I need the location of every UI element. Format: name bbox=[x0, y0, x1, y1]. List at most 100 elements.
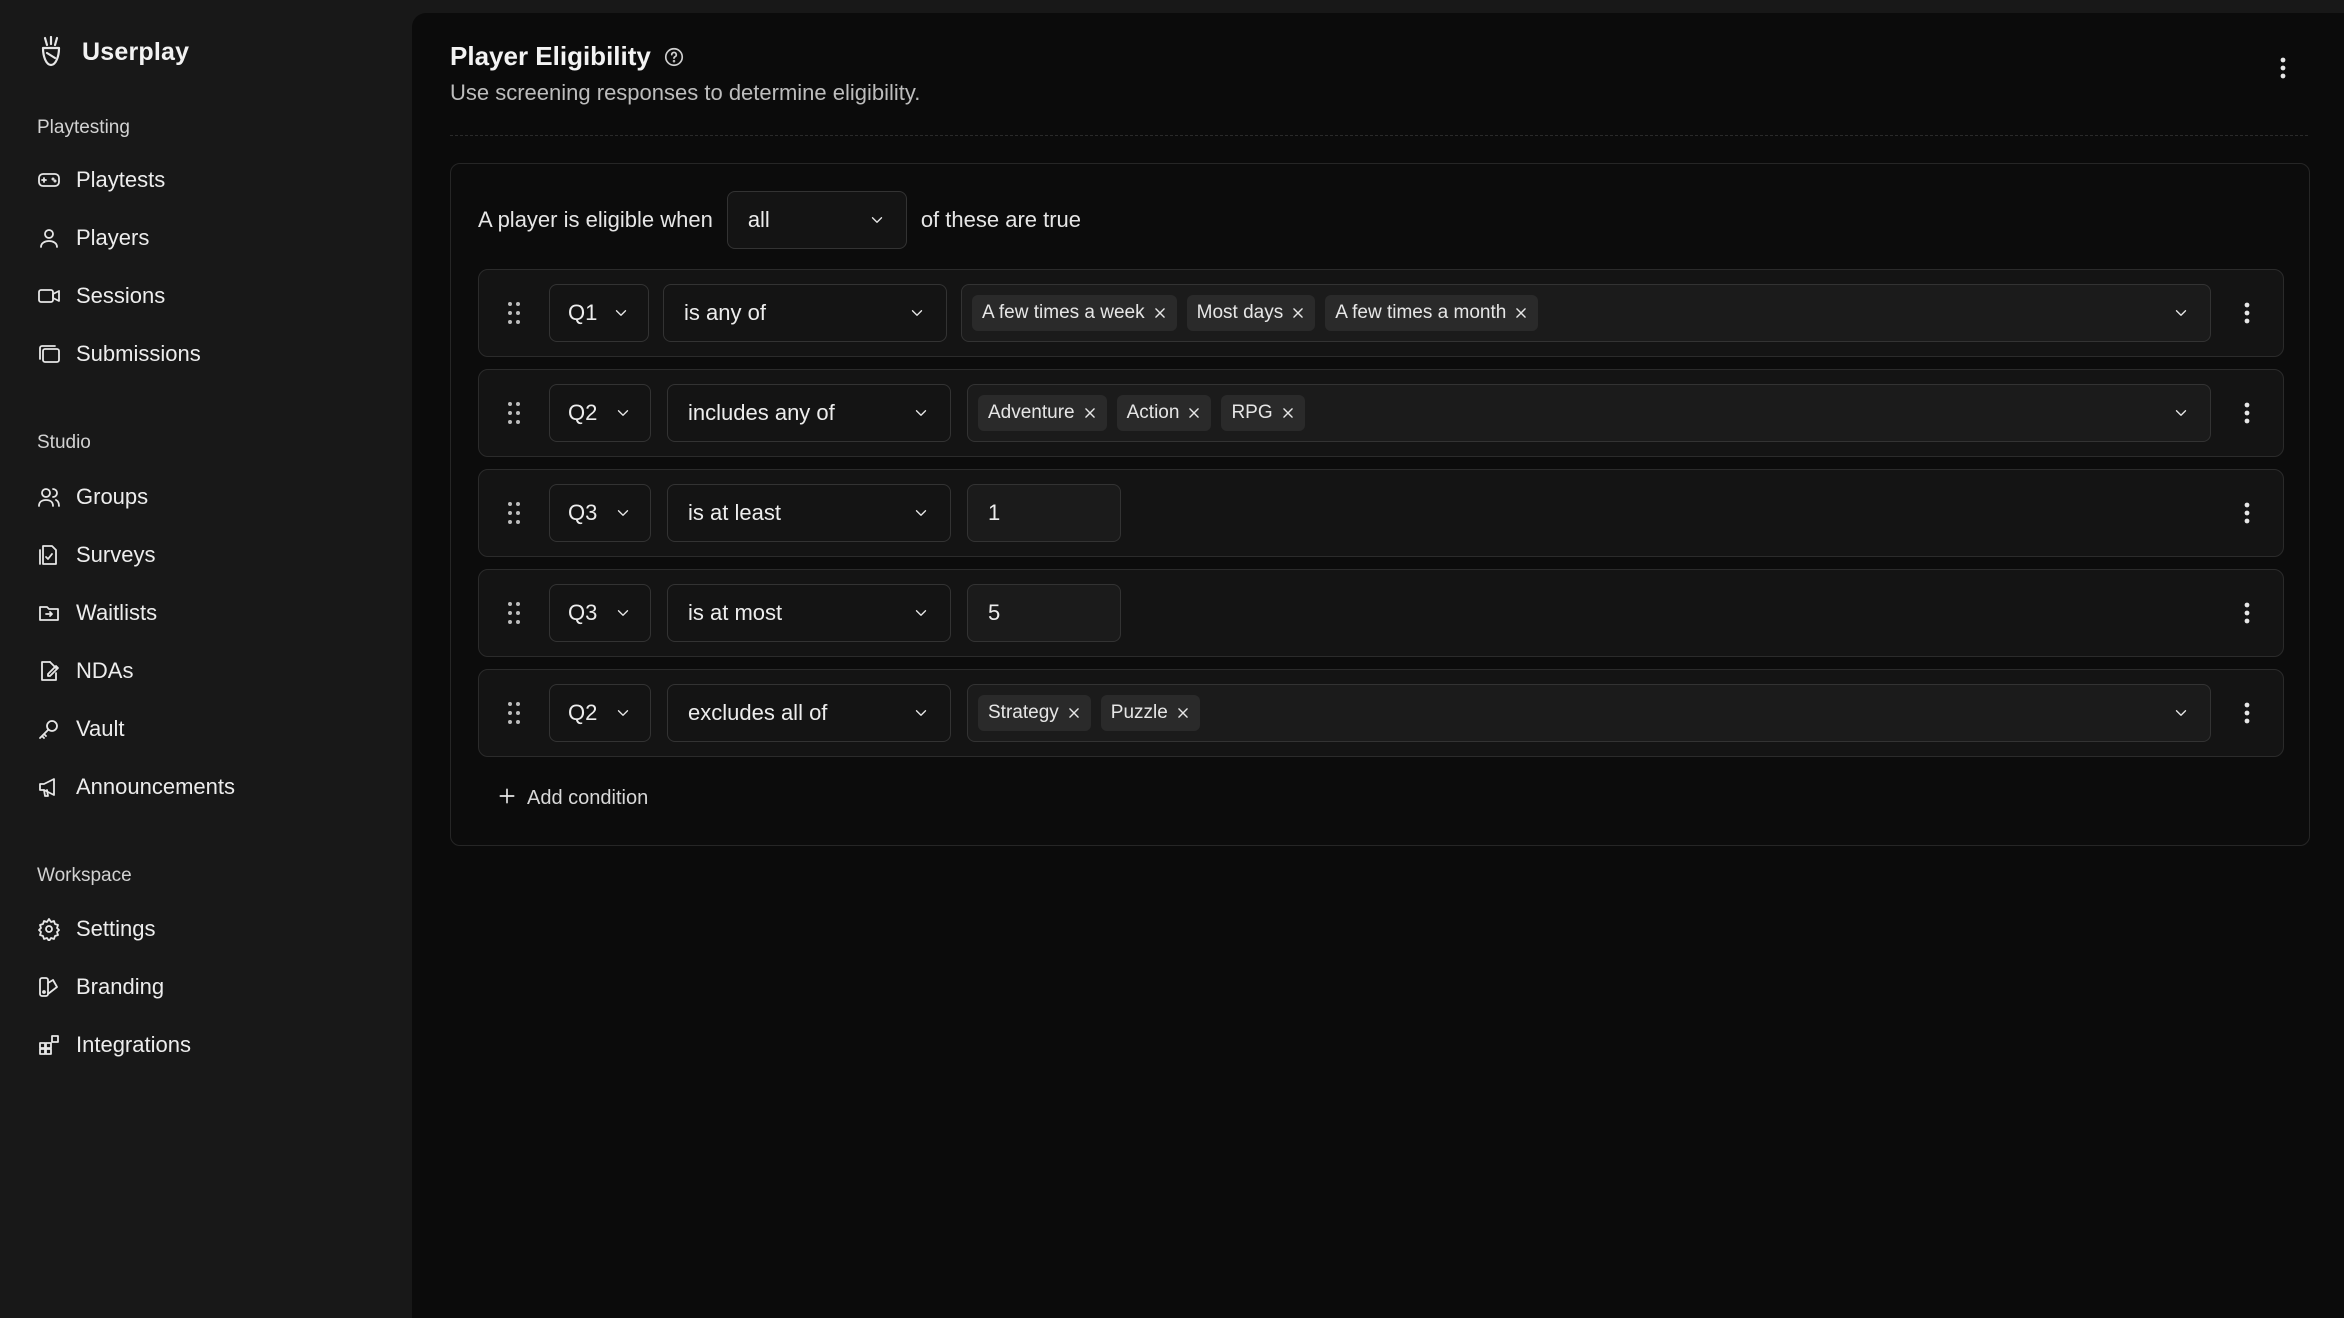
drag-handle-icon[interactable] bbox=[505, 500, 523, 526]
sidebar-item-label: Playtests bbox=[76, 167, 166, 192]
chevron-down-icon bbox=[912, 404, 930, 422]
question-select[interactable]: Q1 bbox=[549, 284, 649, 342]
match-mode-value: all bbox=[747, 207, 770, 232]
sidebar-item-label: Announcements bbox=[76, 774, 235, 799]
chevron-down-icon bbox=[912, 604, 930, 622]
help-icon[interactable] bbox=[663, 46, 685, 68]
users-icon bbox=[36, 484, 62, 510]
chip-label: Most days bbox=[1196, 302, 1284, 323]
brand-name: Userplay bbox=[82, 37, 190, 66]
gear-icon bbox=[36, 916, 62, 942]
sidebar-item-label: Settings bbox=[76, 916, 156, 941]
value-chip: Most days bbox=[1186, 295, 1316, 331]
operator-value: is any of bbox=[684, 300, 766, 325]
chevron-down-icon bbox=[908, 304, 926, 322]
condition-options-icon[interactable] bbox=[2235, 696, 2259, 730]
remove-chip-icon[interactable] bbox=[1514, 306, 1528, 320]
question-select[interactable]: Q3 bbox=[549, 584, 651, 642]
sidebar-item-integrations[interactable]: Integrations bbox=[36, 1022, 376, 1068]
question-select[interactable]: Q2 bbox=[549, 684, 651, 742]
sidebar-item-ndas[interactable]: NDAs bbox=[36, 648, 376, 694]
drag-handle-icon[interactable] bbox=[505, 600, 523, 626]
sidebar-item-waitlists[interactable]: Waitlists bbox=[36, 590, 376, 636]
condition-options-icon[interactable] bbox=[2235, 496, 2259, 530]
sidebar-item-groups[interactable]: Groups bbox=[36, 474, 376, 520]
match-mode-select[interactable]: all bbox=[726, 191, 907, 249]
operator-value: is at most bbox=[688, 600, 783, 625]
sidebar-item-submissions[interactable]: Submissions bbox=[36, 331, 376, 377]
question-select[interactable]: Q2 bbox=[549, 384, 651, 442]
grid-plus-icon bbox=[36, 1032, 62, 1058]
drag-handle-icon[interactable] bbox=[505, 700, 523, 726]
remove-chip-icon[interactable] bbox=[1281, 406, 1295, 420]
gamepad-icon bbox=[36, 167, 62, 193]
sidebar-item-players[interactable]: Players bbox=[36, 215, 376, 261]
value-chip: RPG bbox=[1221, 395, 1305, 431]
rule-prefix: A player is eligible when bbox=[478, 207, 713, 232]
palette-icon bbox=[36, 974, 62, 1000]
more-options-icon[interactable] bbox=[2268, 49, 2298, 87]
remove-chip-icon[interactable] bbox=[1187, 406, 1201, 420]
section-title-playtesting: Playtesting bbox=[37, 117, 130, 138]
sidebar-item-label: Vault bbox=[76, 716, 125, 741]
sidebar-item-sessions[interactable]: Sessions bbox=[36, 273, 376, 319]
remove-chip-icon[interactable] bbox=[1291, 306, 1305, 320]
chip-label: Puzzle bbox=[1110, 702, 1168, 723]
values-multiselect[interactable]: Strategy Puzzle bbox=[967, 684, 2211, 742]
question-select[interactable]: Q3 bbox=[549, 484, 651, 542]
operator-select[interactable]: is any of bbox=[663, 284, 947, 342]
value-chip: Puzzle bbox=[1100, 695, 1200, 731]
user-icon bbox=[36, 225, 62, 251]
condition-options-icon[interactable] bbox=[2235, 596, 2259, 630]
brand[interactable]: Userplay bbox=[36, 32, 189, 72]
values-multiselect[interactable]: Adventure Action RPG bbox=[967, 384, 2211, 442]
sidebar-item-vault[interactable]: Vault bbox=[36, 706, 376, 752]
drag-handle-icon[interactable] bbox=[505, 400, 523, 426]
remove-chip-icon[interactable] bbox=[1153, 306, 1167, 320]
chip-label: RPG bbox=[1231, 402, 1273, 423]
condition-options-icon[interactable] bbox=[2235, 296, 2259, 330]
sidebar-item-announcements[interactable]: Announcements bbox=[36, 764, 376, 810]
question-value: Q2 bbox=[568, 400, 598, 425]
chevron-down-icon bbox=[912, 704, 930, 722]
chip-label: Action bbox=[1126, 402, 1180, 423]
section-title-workspace: Workspace bbox=[37, 865, 132, 886]
userplay-logo-icon bbox=[36, 35, 66, 69]
values-multiselect[interactable]: A few times a week Most days A few times… bbox=[961, 284, 2211, 342]
sidebar-item-label: Integrations bbox=[76, 1032, 191, 1057]
chevron-down-icon bbox=[868, 211, 886, 229]
sidebar-item-playtests[interactable]: Playtests bbox=[36, 157, 376, 203]
condition-row: Q1 is any of A few times a week Most day… bbox=[478, 269, 2284, 357]
condition-row: Q2 includes any of Adventure Action RPG bbox=[478, 369, 2284, 457]
add-condition-button[interactable]: Add condition bbox=[497, 783, 648, 813]
remove-chip-icon[interactable] bbox=[1083, 406, 1097, 420]
question-value: Q3 bbox=[568, 500, 598, 525]
video-icon bbox=[36, 283, 62, 309]
operator-select[interactable]: includes any of bbox=[667, 384, 951, 442]
number-input[interactable]: 1 bbox=[967, 484, 1121, 542]
chevron-down-icon bbox=[612, 304, 630, 322]
rule-header: A player is eligible when all of these a… bbox=[478, 191, 1081, 249]
sidebar-item-branding[interactable]: Branding bbox=[36, 964, 376, 1010]
remove-chip-icon[interactable] bbox=[1176, 706, 1190, 720]
chip-label: A few times a month bbox=[1335, 302, 1507, 323]
drag-handle-icon[interactable] bbox=[505, 300, 523, 326]
sidebar-item-label: Sessions bbox=[76, 283, 166, 308]
chevron-down-icon bbox=[2172, 704, 2190, 722]
condition-options-icon[interactable] bbox=[2235, 396, 2259, 430]
operator-select[interactable]: excludes all of bbox=[667, 684, 951, 742]
survey-icon bbox=[36, 542, 62, 568]
operator-select[interactable]: is at least bbox=[667, 484, 951, 542]
sidebar-item-surveys[interactable]: Surveys bbox=[36, 532, 376, 578]
operator-select[interactable]: is at most bbox=[667, 584, 951, 642]
remove-chip-icon[interactable] bbox=[1067, 706, 1081, 720]
sidebar-item-label: Players bbox=[76, 225, 150, 250]
main-panel: Player Eligibility Use screening respons… bbox=[412, 13, 2344, 1318]
sidebar-item-settings[interactable]: Settings bbox=[36, 906, 376, 952]
value-chip: A few times a month bbox=[1325, 295, 1539, 331]
condition-row: Q3 is at least 1 bbox=[478, 469, 2284, 557]
number-input[interactable]: 5 bbox=[967, 584, 1121, 642]
operator-value: includes any of bbox=[688, 400, 835, 425]
question-value: Q2 bbox=[568, 700, 598, 725]
add-condition-label: Add condition bbox=[527, 786, 649, 809]
